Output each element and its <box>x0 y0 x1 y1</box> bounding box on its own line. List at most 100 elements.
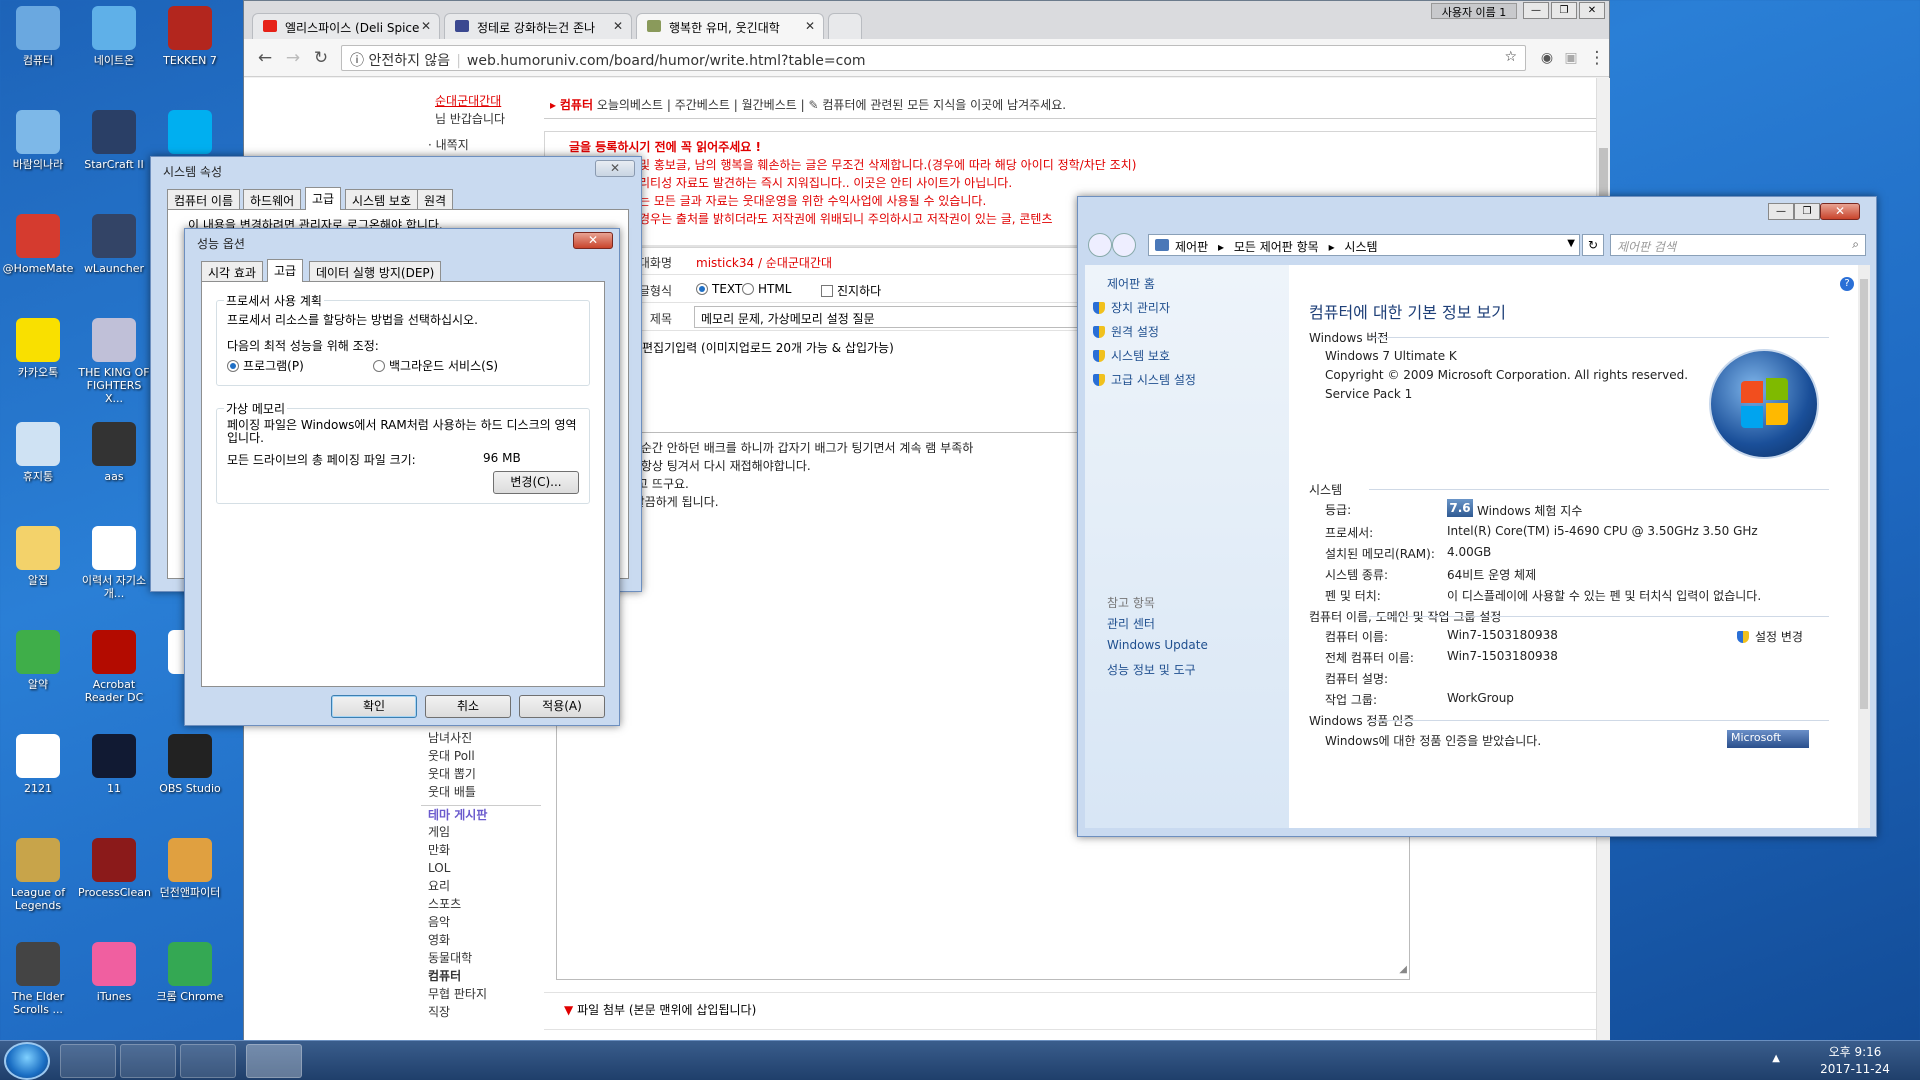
task-link[interactable]: 장치 관리자 <box>1093 299 1196 323</box>
programs-radio[interactable]: 프로그램(P) <box>227 357 304 374</box>
nav-best-links[interactable]: 오늘의베스트 | 주간베스트 | 월간베스트 | <box>597 98 805 112</box>
forward-button[interactable]: → <box>282 47 304 69</box>
task-link[interactable]: 고급 시스템 설정 <box>1093 371 1196 395</box>
desktop-icon[interactable]: TEKKEN 7 <box>154 6 226 67</box>
desktop-icon[interactable]: iTunes <box>78 942 150 1003</box>
sidebar-menu-item[interactable]: 만화 <box>421 841 541 859</box>
resize-grip-icon[interactable]: ◢ <box>1399 961 1407 979</box>
browser-tab-1[interactable]: 엘리스파이스 (Deli Spice ✕ <box>252 13 440 39</box>
scroll-thumb[interactable] <box>1860 279 1868 709</box>
desktop-icon[interactable]: ProcessClean <box>78 838 151 899</box>
file-attach-row[interactable]: ▼ 파일 첨부 (본문 맨위에 삽입됩니다) <box>544 992 1596 1030</box>
chrome-taskbar-icon[interactable] <box>120 1044 176 1078</box>
sidebar-menu-item[interactable]: 테마 게시판 <box>421 805 541 823</box>
forward-button[interactable] <box>1112 233 1136 257</box>
control-panel-taskbar-icon[interactable] <box>180 1044 236 1078</box>
breadcrumb[interactable]: 제어판 ▸ 모든 제어판 항목 ▸ 시스템 ▼ <box>1148 234 1580 256</box>
sidebar-menu-item[interactable]: 요리 <box>421 877 541 895</box>
desktop-icon[interactable]: 네이트온 <box>78 6 150 67</box>
start-button[interactable] <box>4 1042 50 1080</box>
refresh-icon[interactable]: ↻ <box>1582 234 1604 256</box>
chevron-down-icon[interactable]: ▼ <box>1567 238 1575 249</box>
desktop-icon[interactable]: @HomeMate <box>2 214 74 275</box>
desktop-icon[interactable]: League of Legends <box>2 838 74 912</box>
desktop-icon[interactable]: 카카오톡 <box>2 318 74 379</box>
see-also-link[interactable]: 성능 정보 및 도구 <box>1107 661 1208 684</box>
task-link[interactable]: 시스템 보호 <box>1093 347 1196 371</box>
experience-index-link[interactable]: Windows 체험 지수 <box>1477 502 1582 519</box>
tray-expand-icon[interactable]: ▲ <box>1772 1053 1780 1064</box>
reload-button[interactable]: ↻ <box>310 47 332 69</box>
maximize-button[interactable]: ❐ <box>1551 2 1577 19</box>
format-text-radio[interactable]: TEXT <box>696 282 742 296</box>
desktop-icon[interactable]: 알약 <box>2 630 74 691</box>
sidebar-menu-item[interactable]: 동물대학 <box>421 949 541 967</box>
extension-t-icon[interactable]: ▣ <box>1560 47 1582 69</box>
system-properties-taskbar-icon[interactable] <box>246 1044 302 1078</box>
sidebar-menu-item[interactable]: 직장 <box>421 1003 541 1021</box>
sidebar-menu-item[interactable]: 웃대 배틀 <box>421 783 541 801</box>
desktop-icon[interactable]: THE KING OF FIGHTERS X... <box>78 318 150 405</box>
desktop-icon[interactable]: 2121 <box>2 734 74 795</box>
extension-icon[interactable]: ◉ <box>1536 47 1558 69</box>
desktop-icon[interactable]: The Elder Scrolls ... <box>2 942 74 1016</box>
username-link[interactable]: 순대군대간대 <box>421 92 541 110</box>
sidebar-menu-item[interactable]: 게임 <box>421 823 541 841</box>
close-icon[interactable]: ✕ <box>613 19 623 33</box>
sidebar-menu-item[interactable]: 남녀사진 <box>421 729 541 747</box>
browser-tab-3[interactable]: 행복한 유머, 웃긴대학 ✕ <box>636 13 824 39</box>
desktop-icon[interactable]: 크롬 Chrome <box>154 942 226 1003</box>
close-icon[interactable]: ✕ <box>421 19 431 33</box>
explorer-taskbar-icon[interactable] <box>60 1044 116 1078</box>
tab-visual-effects[interactable]: 시각 효과 <box>201 261 263 281</box>
close-icon[interactable]: ✕ <box>805 19 815 33</box>
back-button[interactable] <box>1088 233 1112 257</box>
browser-tab-2[interactable]: 정테로 강화하는건 존나 ✕ <box>444 13 632 39</box>
messages-link[interactable]: · 내쪽지 <box>421 136 541 154</box>
sidebar-menu-item[interactable]: 무협 판타지 <box>421 985 541 1003</box>
cancel-button[interactable]: 취소 <box>425 695 511 718</box>
desktop-icon[interactable]: wLauncher <box>78 214 150 275</box>
nav-active-board[interactable]: 컴퓨터 <box>560 98 593 112</box>
see-also-link[interactable]: Windows Update <box>1107 638 1208 661</box>
tab-advanced[interactable]: 고급 <box>305 187 342 210</box>
breadcrumb-item[interactable]: 모든 제어판 항목 <box>1234 240 1319 254</box>
sidebar-menu-item[interactable]: 웃대 Poll <box>421 747 541 765</box>
desktop-icon[interactable]: 컴퓨터 <box>2 6 74 67</box>
minimize-button[interactable]: — <box>1523 2 1549 19</box>
close-button[interactable]: ✕ <box>1820 203 1860 220</box>
desktop-icon[interactable]: 11 <box>78 734 150 795</box>
menu-kebab-icon[interactable]: ⋮ <box>1586 47 1608 69</box>
desktop-icon[interactable]: 이력서 자기소개... <box>78 526 150 600</box>
desktop-icon[interactable]: 던전앤파이터 <box>154 838 226 899</box>
editor-option-radio[interactable]: 편집기입력 (이미지업로드 20개 가능 & 삽입가능) <box>626 339 894 356</box>
serious-checkbox[interactable]: 진지하다 <box>821 282 881 299</box>
system-scrollbar[interactable] <box>1858 265 1870 828</box>
desktop-icon[interactable]: 바람의나라 <box>2 110 74 171</box>
sidebar-menu-item[interactable]: 웃대 뽑기 <box>421 765 541 783</box>
search-icon[interactable]: ⌕ <box>1852 237 1859 252</box>
tab-dep[interactable]: 데이터 실행 방지(DEP) <box>309 261 442 281</box>
clock[interactable]: 오후 9:16 2017-11-24 <box>1790 1041 1920 1080</box>
ok-button[interactable]: 확인 <box>331 695 417 718</box>
sidebar-menu-item[interactable]: 음악 <box>421 913 541 931</box>
tab-system-protection[interactable]: 시스템 보호 <box>345 189 419 209</box>
breadcrumb-item[interactable]: 시스템 <box>1344 240 1377 254</box>
desktop-icon[interactable]: Acrobat Reader DC <box>78 630 150 704</box>
desktop-icon[interactable]: OBS Studio <box>154 734 226 795</box>
user-badge[interactable]: 사용자 이름 1 <box>1431 3 1517 19</box>
desktop-icon[interactable]: StarCraft II <box>78 110 150 171</box>
tab-remote[interactable]: 원격 <box>417 189 454 209</box>
close-button[interactable]: ✕ <box>1579 2 1605 19</box>
back-button[interactable]: ← <box>254 47 276 69</box>
breadcrumb-item[interactable]: 제어판 <box>1175 240 1208 254</box>
sidebar-menu-item[interactable]: LOL <box>421 859 541 877</box>
bookmark-star-icon[interactable]: ☆ <box>1504 49 1517 65</box>
info-icon[interactable]: ⓘ <box>350 53 364 69</box>
background-services-radio[interactable]: 백그라운드 서비스(S) <box>373 357 498 374</box>
close-button[interactable]: ✕ <box>595 160 635 177</box>
desktop-icon[interactable]: 휴지통 <box>2 422 74 483</box>
sidebar-menu-item[interactable]: 영화 <box>421 931 541 949</box>
change-settings-link[interactable]: 설정 변경 <box>1737 628 1803 645</box>
address-bar[interactable]: ⓘ 안전하지 않음 | web.humoruniv.com/board/humor/… <box>341 45 1526 71</box>
